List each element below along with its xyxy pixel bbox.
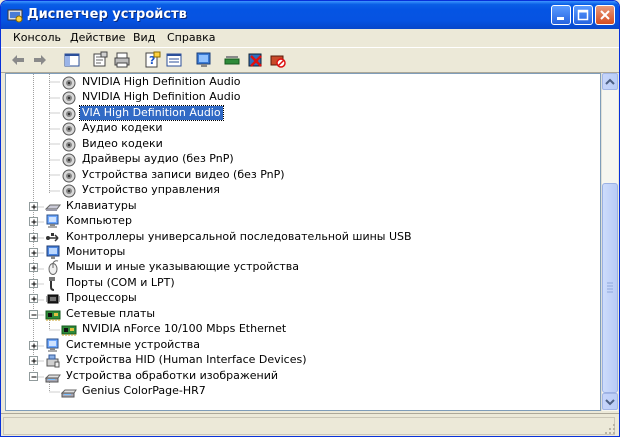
- speaker-icon: [62, 76, 76, 90]
- menu-bar: Консоль Действие Вид Справка: [1, 29, 619, 47]
- expand-icon[interactable]: [29, 263, 38, 272]
- menu-action[interactable]: Действие: [70, 31, 125, 44]
- tree-item-label: NVIDIA High Definition Audio: [82, 90, 241, 103]
- device-manager-icon: [7, 9, 23, 23]
- speaker-icon: [62, 138, 76, 152]
- maximize-button[interactable]: [573, 5, 593, 25]
- computer-icon: [46, 214, 59, 228]
- expand-icon[interactable]: [29, 341, 38, 350]
- speaker-icon: [62, 107, 76, 121]
- chevron-up-icon: [605, 78, 615, 85]
- update-driver-icon[interactable]: [195, 51, 213, 69]
- tree-item-label: Компьютер: [66, 214, 132, 227]
- vertical-scrollbar[interactable]: [601, 73, 618, 411]
- view-icon[interactable]: [165, 51, 183, 69]
- uninstall-icon[interactable]: [247, 51, 265, 69]
- properties-icon[interactable]: [91, 51, 109, 69]
- keyboard-icon: [45, 204, 61, 211]
- tree-item-label: Клавиатуры: [66, 199, 137, 212]
- menu-help[interactable]: Справка: [167, 31, 215, 44]
- tree-item-label: Genius ColorPage-HR7: [82, 384, 206, 397]
- expand-icon[interactable]: [29, 248, 38, 257]
- toolbar: ?: [1, 47, 619, 73]
- title-bar[interactable]: Диспетчер устройств: [1, 1, 619, 29]
- tree-item-label: NVIDIA nForce 10/100 Mbps Ethernet: [82, 322, 287, 335]
- tree-item-label: Сетевые платы: [66, 307, 156, 320]
- minimize-icon: [557, 17, 564, 20]
- show-hide-tree-icon[interactable]: [63, 51, 81, 69]
- tree-item-label: Системные устройства: [66, 338, 200, 351]
- tree-item-label: Мыши и иные указывающие устройства: [66, 260, 300, 273]
- expand-icon[interactable]: [29, 294, 38, 303]
- speaker-icon: [62, 184, 76, 198]
- speaker-icon: [62, 169, 76, 183]
- mouse-icon: [48, 260, 59, 275]
- scan-hardware-icon[interactable]: [223, 51, 241, 69]
- expand-icon[interactable]: [29, 279, 38, 288]
- scroll-up-button[interactable]: [602, 73, 618, 90]
- tree-item-label: Аудио кодеки: [82, 121, 163, 134]
- tree-item-label: Мониторы: [66, 245, 126, 258]
- collapse-icon[interactable]: [29, 372, 38, 381]
- expand-icon[interactable]: [29, 217, 38, 226]
- expand-icon[interactable]: [29, 233, 38, 242]
- disable-icon[interactable]: [269, 51, 287, 69]
- close-button[interactable]: [595, 5, 615, 25]
- tree-item-label: Видео кодеки: [82, 137, 163, 150]
- tree-item-label: Устройства обработки изображений: [66, 369, 279, 382]
- hid-icon: [46, 354, 60, 368]
- port-icon: [49, 277, 55, 291]
- expand-icon[interactable]: [29, 356, 38, 365]
- device-manager-window: Диспетчер устройств Консоль Действие Вид…: [0, 0, 620, 437]
- scanner-icon: [61, 389, 77, 398]
- expand-icon[interactable]: [29, 202, 38, 211]
- tree-item-label: Порты (COM и LPT): [66, 276, 175, 289]
- back-arrow-icon[interactable]: [9, 51, 27, 69]
- tree-item-label: VIA High Definition Audio: [79, 105, 224, 121]
- grip-lines-icon: [607, 282, 613, 293]
- tree-item-label: Драйверы аудио (без PnP): [82, 152, 234, 165]
- status-bar: [1, 413, 619, 436]
- status-pane: [3, 417, 615, 435]
- tree-item-label: Процессоры: [66, 291, 137, 304]
- minimize-button[interactable]: [551, 5, 571, 25]
- menu-console[interactable]: Консоль: [13, 31, 61, 44]
- menu-view[interactable]: Вид: [133, 31, 155, 44]
- chevron-down-icon: [605, 399, 615, 406]
- collapse-icon[interactable]: [29, 310, 38, 319]
- window-title: Диспетчер устройств: [27, 7, 187, 22]
- maximize-icon: [577, 9, 589, 21]
- monitor-icon: [46, 245, 60, 259]
- close-icon: [600, 10, 610, 20]
- scroll-down-button[interactable]: [602, 393, 618, 410]
- processor-icon: [46, 294, 60, 304]
- print-icon[interactable]: [113, 51, 131, 69]
- network-card-icon: [61, 325, 77, 336]
- tree-item-label: Контроллеры универсальной последовательн…: [66, 230, 412, 243]
- forward-arrow-icon[interactable]: [31, 51, 49, 69]
- tree-item-label: Устройства записи видео (без PnP): [82, 168, 285, 181]
- speaker-icon: [62, 122, 76, 136]
- scrollbar-thumb[interactable]: [602, 183, 618, 393]
- computer-icon: [46, 338, 59, 352]
- help-icon[interactable]: ?: [143, 51, 161, 69]
- tree-item-label: Устройство управления: [82, 183, 220, 196]
- tree-item-label: NVIDIA High Definition Audio: [82, 75, 241, 88]
- speaker-icon: [62, 91, 76, 105]
- device-tree[interactable]: NVIDIA High Definition Audio NVIDIA High …: [5, 73, 601, 411]
- resize-grip-icon[interactable]: [603, 422, 617, 436]
- network-card-icon: [45, 310, 61, 321]
- usb-icon: [46, 233, 59, 242]
- speaker-icon: [62, 153, 76, 167]
- tree-item-label: Устройства HID (Human Interface Devices): [66, 353, 307, 366]
- scanner-icon: [45, 374, 61, 383]
